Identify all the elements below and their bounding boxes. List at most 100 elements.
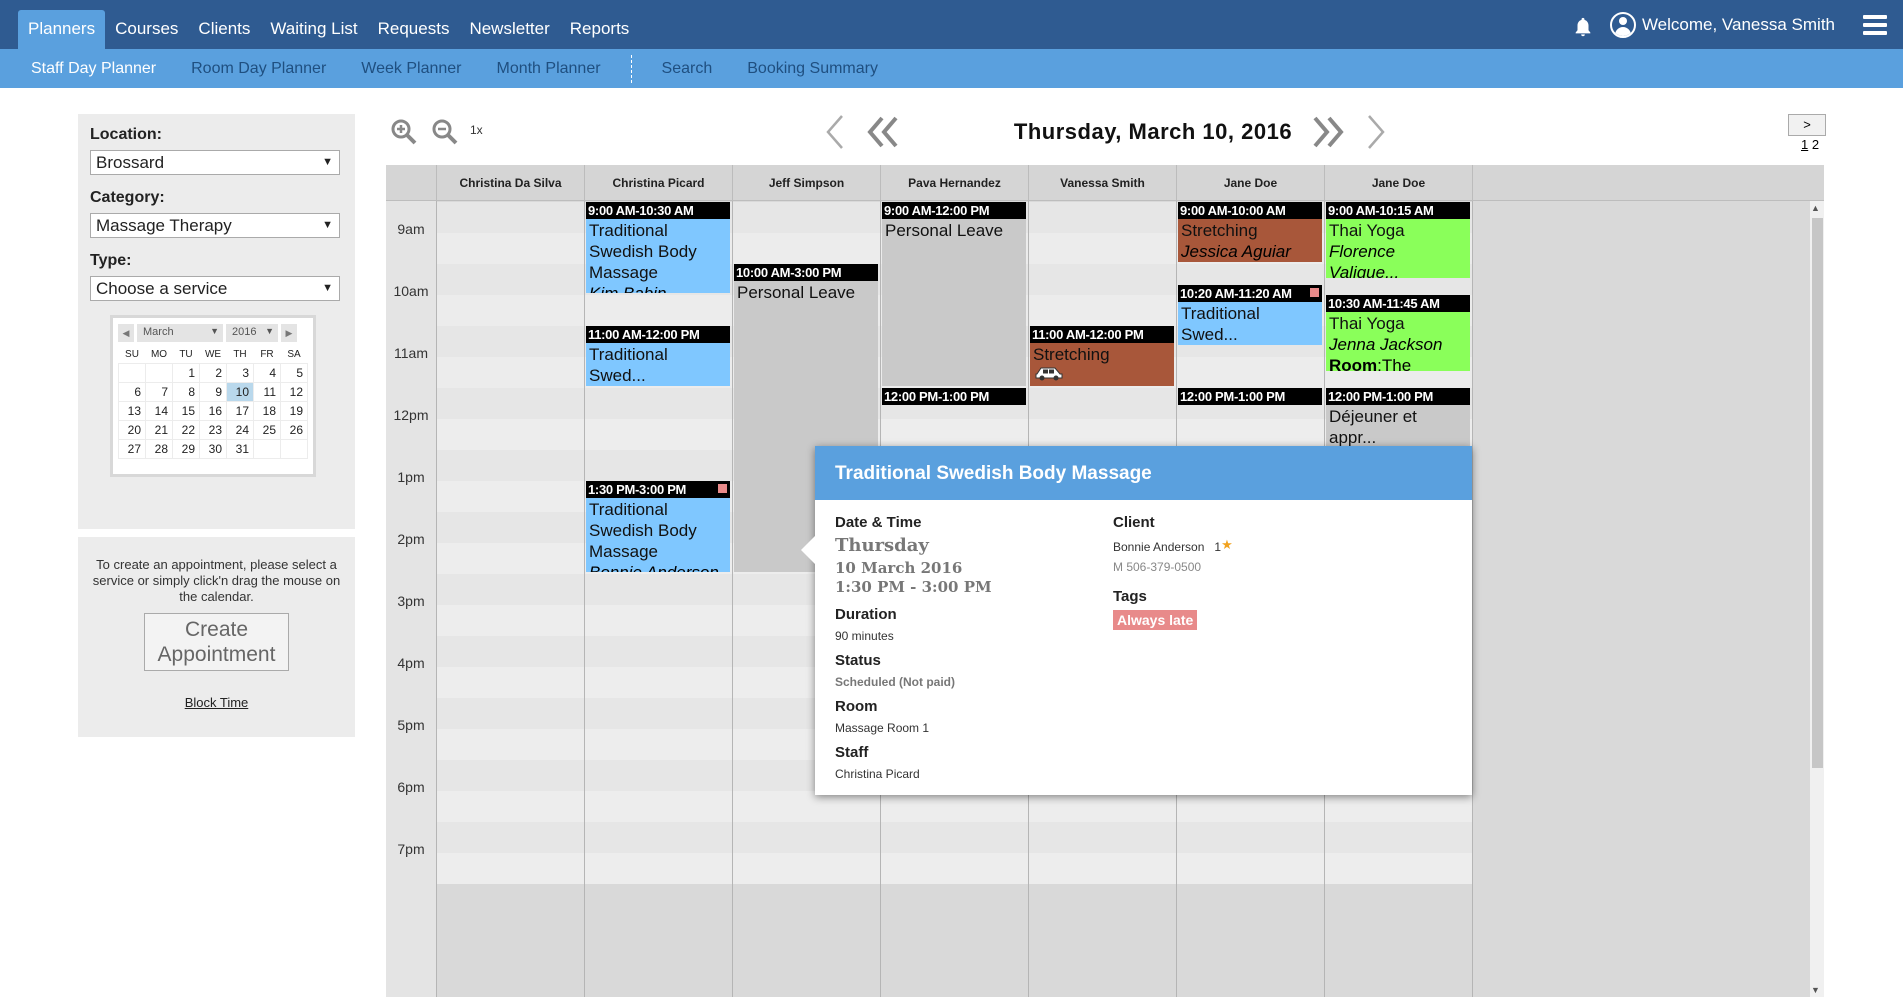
nav-waiting-list[interactable]: Waiting List: [260, 10, 367, 49]
appointment-block[interactable]: 12:00 PM-1:00 PM: [882, 388, 1026, 405]
appointment-block[interactable]: 12:00 PM-1:00 PM Déjeuner et appr...: [1326, 388, 1470, 448]
appointment-time: 10:30 AM-11:45 AM: [1326, 295, 1470, 312]
star-icon: ★: [1221, 537, 1233, 552]
staff-column-header[interactable]: Christina Picard: [584, 165, 732, 201]
staff-column-header[interactable]: Pava Hernandez: [880, 165, 1028, 201]
calendar-day[interactable]: 20: [118, 419, 146, 440]
calendar-day[interactable]: 17: [226, 400, 254, 421]
next-day-icon[interactable]: [1365, 112, 1389, 152]
staff-column-header[interactable]: Vanessa Smith: [1028, 165, 1176, 201]
staff-column-header[interactable]: Jane Doe: [1324, 165, 1472, 201]
appointment-block[interactable]: 10:30 AM-11:45 AM Thai Yoga Jenna Jackson R…: [1326, 295, 1470, 371]
calendar-day[interactable]: 16: [199, 400, 227, 421]
subnav-room-day-planner[interactable]: Room Day Planner: [191, 60, 326, 78]
client-label: Client: [1113, 514, 1155, 531]
calendar-day[interactable]: 23: [199, 419, 227, 440]
month-select[interactable]: March ▼: [137, 324, 223, 342]
notification-bell-icon[interactable]: [1572, 16, 1594, 38]
calendar-day[interactable]: 10: [226, 381, 254, 402]
next-page-button[interactable]: >: [1788, 114, 1826, 136]
subnav-booking-summary[interactable]: Booking Summary: [747, 60, 878, 78]
calendar-day[interactable]: 24: [226, 419, 254, 440]
scroll-up-icon[interactable]: ▲: [1811, 203, 1820, 213]
calendar-day[interactable]: 5: [280, 362, 308, 383]
scrollbar-thumb[interactable]: [1812, 218, 1823, 768]
year-select[interactable]: 2016 ▼: [226, 324, 278, 342]
subnav-staff-day-planner[interactable]: Staff Day Planner: [31, 60, 156, 78]
previous-week-icon[interactable]: [864, 112, 900, 152]
subnav-week-planner[interactable]: Week Planner: [361, 60, 461, 78]
appointment-block[interactable]: 9:00 AM-10:00 AM Stretching Jessica Aguiar…: [1178, 202, 1322, 262]
user-avatar-icon[interactable]: [1609, 11, 1636, 38]
appointment-block[interactable]: 10:20 AM-11:20 AMTraditional Swed...Ryan…: [1178, 284, 1322, 345]
nav-reports[interactable]: Reports: [560, 10, 640, 49]
calendar-day[interactable]: 2: [199, 362, 227, 383]
appointment-block[interactable]: 11:00 AM-12:00 PMTraditional Swed...Emma…: [586, 326, 730, 386]
staff-column-header[interactable]: Christina Da Silva: [436, 165, 584, 201]
category-select[interactable]: Massage Therapy ▼: [90, 213, 340, 238]
welcome-text[interactable]: Welcome, Vanessa Smith: [1642, 15, 1835, 35]
time-slot[interactable]: [436, 822, 1472, 853]
appointment-block[interactable]: 9:00 AM-10:30 AM Traditional Swedish Body…: [586, 202, 730, 293]
calendar-day[interactable]: 22: [172, 419, 200, 440]
zoom-out-icon[interactable]: [431, 118, 459, 146]
time-slot[interactable]: [436, 853, 1472, 884]
calendar-day[interactable]: 4: [253, 362, 281, 383]
calendar-day[interactable]: 29: [172, 438, 200, 459]
subnav-divider: [630, 54, 632, 83]
calendar-day[interactable]: 30: [199, 438, 227, 459]
appointment-block[interactable]: 9:00 AM-12:00 PM Personal Leave: [882, 202, 1026, 386]
calendar-day[interactable]: 13: [118, 400, 146, 421]
weekday-header: SU: [125, 348, 139, 360]
calendar-day[interactable]: 21: [145, 419, 173, 440]
next-week-icon[interactable]: [1311, 112, 1347, 152]
subnav-month-planner[interactable]: Month Planner: [496, 60, 600, 78]
nav-clients[interactable]: Clients: [188, 10, 260, 49]
staff-column-header[interactable]: Jeff Simpson: [732, 165, 880, 201]
calendar-day[interactable]: 28: [145, 438, 173, 459]
nav-courses[interactable]: Courses: [105, 10, 188, 49]
calendar-day[interactable]: 7: [145, 381, 173, 402]
next-month-icon[interactable]: ▶: [281, 324, 297, 342]
calendar-day[interactable]: 26: [280, 419, 308, 440]
nav-requests[interactable]: Requests: [368, 10, 460, 49]
scroll-down-icon[interactable]: ▼: [1811, 985, 1820, 995]
calendar-day[interactable]: 25: [253, 419, 281, 440]
calendar-day[interactable]: 18: [253, 400, 281, 421]
hour-label: 1pm: [397, 469, 425, 485]
vertical-scrollbar[interactable]: ▲ ▼: [1810, 201, 1824, 997]
zoom-in-icon[interactable]: [390, 118, 418, 146]
calendar-day[interactable]: 11: [253, 381, 281, 402]
appointment-block[interactable]: 1:30 PM-3:00 PM Traditional Swedish Body …: [586, 481, 730, 572]
nav-planners[interactable]: Planners: [18, 10, 106, 49]
appointment-block[interactable]: 11:00 AM-12:00 PMStretchingLiam O'Brien: [1030, 326, 1174, 386]
hamburger-menu-icon[interactable]: [1863, 14, 1887, 35]
calendar-day[interactable]: 14: [145, 400, 173, 421]
calendar-day[interactable]: 1: [172, 362, 200, 383]
time-slot[interactable]: [436, 791, 1472, 822]
location-select[interactable]: Brossard ▼: [90, 150, 340, 175]
calendar-day[interactable]: 6: [118, 381, 146, 402]
calendar-day[interactable]: 12: [280, 381, 308, 402]
calendar-day[interactable]: 19: [280, 400, 308, 421]
calendar-day[interactable]: 31: [226, 438, 254, 459]
calendar-day[interactable]: 9: [199, 381, 227, 402]
nav-newsletter[interactable]: Newsletter: [459, 10, 559, 49]
appointment-block[interactable]: 12:00 PM-1:00 PM: [1178, 388, 1322, 405]
previous-day-icon[interactable]: [822, 112, 846, 152]
client-name[interactable]: Bonnie Anderson: [1113, 540, 1204, 554]
calendar-day[interactable]: 8: [172, 381, 200, 402]
type-select[interactable]: Choose a service ▼: [90, 276, 340, 301]
calendar-day[interactable]: 3: [226, 362, 254, 383]
appointment-title: Déjeuner et appr...: [1329, 407, 1417, 447]
staff-column-header[interactable]: Jane Doe: [1176, 165, 1324, 201]
page-1-link[interactable]: 1: [1801, 137, 1808, 152]
prev-month-icon[interactable]: ◀: [118, 324, 134, 342]
page-2-link[interactable]: 2: [1812, 137, 1819, 152]
block-time-link[interactable]: Block Time: [185, 695, 249, 710]
calendar-day[interactable]: 27: [118, 438, 146, 459]
subnav-search[interactable]: Search: [662, 60, 713, 78]
calendar-day[interactable]: 15: [172, 400, 200, 421]
create-appointment-button[interactable]: Create Appointment: [144, 613, 289, 671]
appointment-block[interactable]: 9:00 AM-10:15 AM Thai Yoga Florence Valiqu…: [1326, 202, 1470, 278]
